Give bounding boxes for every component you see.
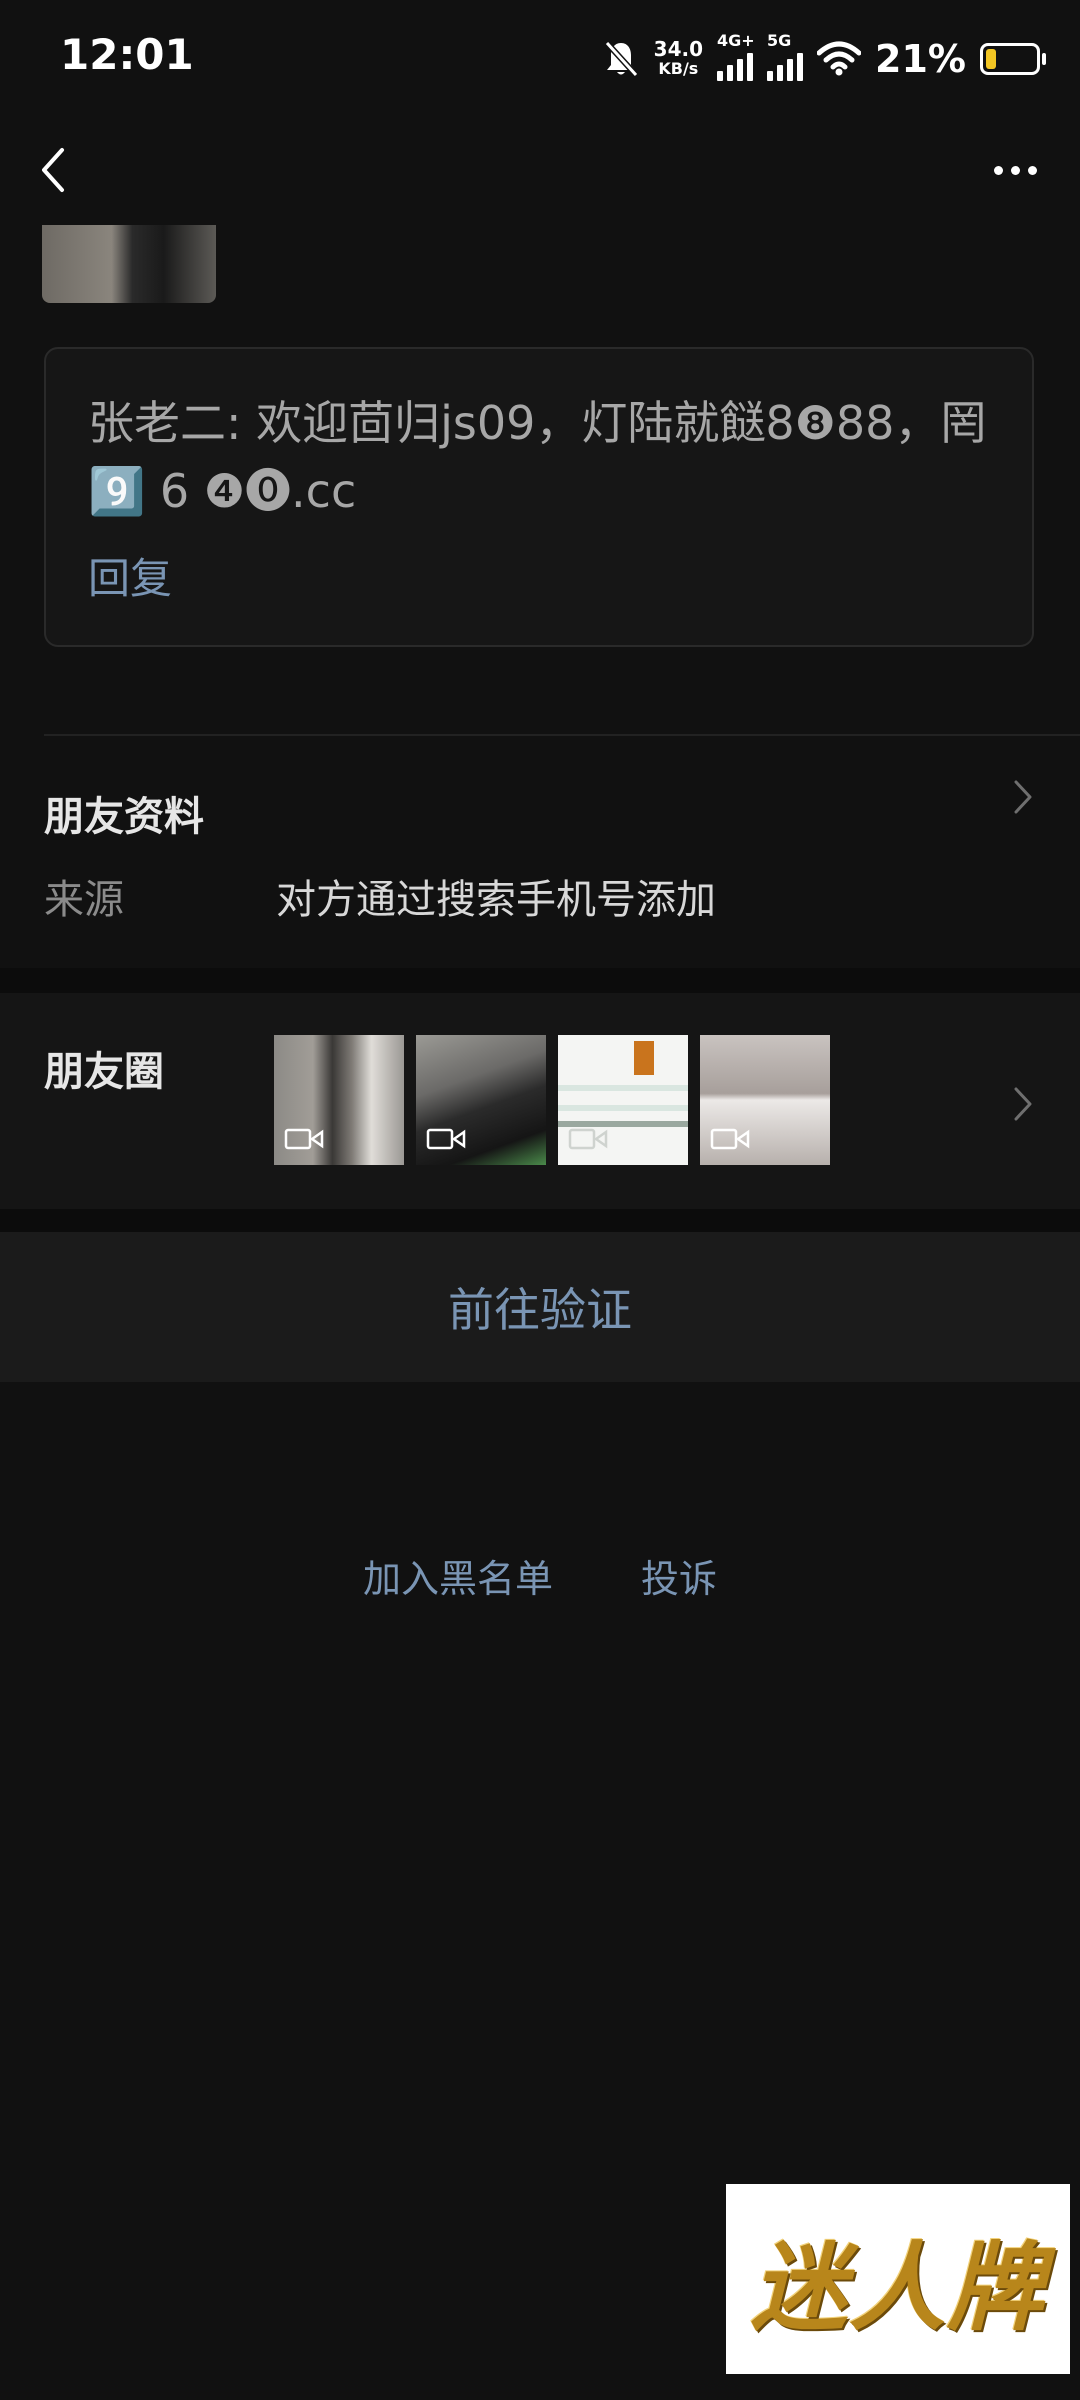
wifi-icon bbox=[817, 41, 862, 76]
friend-profile-title: 朋友资料 bbox=[44, 794, 204, 840]
signal-5g-icon: 5G bbox=[767, 31, 804, 81]
chevron-right-icon bbox=[1014, 780, 1032, 814]
battery-icon bbox=[980, 43, 1046, 75]
moments-thumbnail[interactable] bbox=[558, 1035, 688, 1165]
reply-link[interactable]: 回复 bbox=[88, 545, 172, 606]
bottom-actions: 加入黑名单 投诉 bbox=[0, 1548, 1080, 1603]
net-speed-unit: KB/s bbox=[658, 59, 699, 78]
video-camera-icon bbox=[568, 1128, 608, 1150]
report-link[interactable]: 投诉 bbox=[641, 1548, 717, 1603]
net-speed: 34.0 KB/s bbox=[654, 39, 703, 79]
moments-section[interactable]: 朋友圈 bbox=[0, 993, 1080, 1209]
status-bar: 12:01 34.0 KB/s 4G+ 5G 21% bbox=[0, 0, 1080, 120]
moments-thumbnail[interactable] bbox=[416, 1035, 546, 1165]
divider bbox=[44, 734, 1080, 736]
net-speed-value: 34.0 bbox=[653, 37, 704, 61]
watermark-logo: 迷人牌 bbox=[726, 2184, 1070, 2374]
signal-4g-icon: 4G+ bbox=[717, 31, 755, 81]
verify-button[interactable]: 前往验证 bbox=[0, 1232, 1080, 1382]
video-camera-icon bbox=[284, 1128, 324, 1150]
watermark-text: 迷人牌 bbox=[751, 2230, 1045, 2344]
more-button[interactable] bbox=[980, 140, 1050, 200]
battery-fill bbox=[986, 49, 996, 69]
verify-section: 前往验证 bbox=[0, 1232, 1080, 1382]
chevron-right-icon bbox=[1014, 1087, 1032, 1121]
nav-bar bbox=[0, 120, 1080, 220]
greeting-message-card: 张老二: 欢迎茴归js09，灯陆就餸8❽88，罔9️⃣ 6 ❹⓿.cc 回复 bbox=[44, 347, 1034, 647]
moments-thumbnail[interactable] bbox=[274, 1035, 404, 1165]
section-gap bbox=[0, 968, 1080, 993]
moments-thumbnails bbox=[274, 1035, 830, 1165]
moments-thumbnail[interactable] bbox=[700, 1035, 830, 1165]
video-camera-icon bbox=[710, 1128, 750, 1150]
back-button[interactable] bbox=[30, 130, 100, 210]
section-gap bbox=[0, 1209, 1080, 1232]
chevron-left-icon bbox=[42, 148, 64, 192]
source-label: 来源 bbox=[44, 877, 124, 923]
greeting-message-text: 张老二: 欢迎茴归js09，灯陆就餸8❽88，罔9️⃣ 6 ❹⓿.cc bbox=[88, 396, 987, 518]
blacklist-link[interactable]: 加入黑名单 bbox=[363, 1548, 553, 1603]
signal-4g-label: 4G+ bbox=[717, 31, 755, 50]
video-camera-icon bbox=[426, 1128, 466, 1150]
signal-5g-label: 5G bbox=[767, 31, 792, 50]
bell-muted-icon bbox=[604, 40, 638, 78]
moments-title: 朋友圈 bbox=[44, 1049, 164, 1095]
battery-percent: 21% bbox=[875, 37, 966, 81]
source-value: 对方通过搜索手机号添加 bbox=[276, 877, 716, 923]
profile-photo[interactable] bbox=[42, 225, 216, 303]
status-time: 12:01 bbox=[60, 30, 194, 79]
status-icons: 34.0 KB/s 4G+ 5G 21% bbox=[602, 31, 1046, 84]
thumbnail-detail bbox=[634, 1041, 654, 1075]
more-horizontal-icon bbox=[993, 165, 1003, 175]
